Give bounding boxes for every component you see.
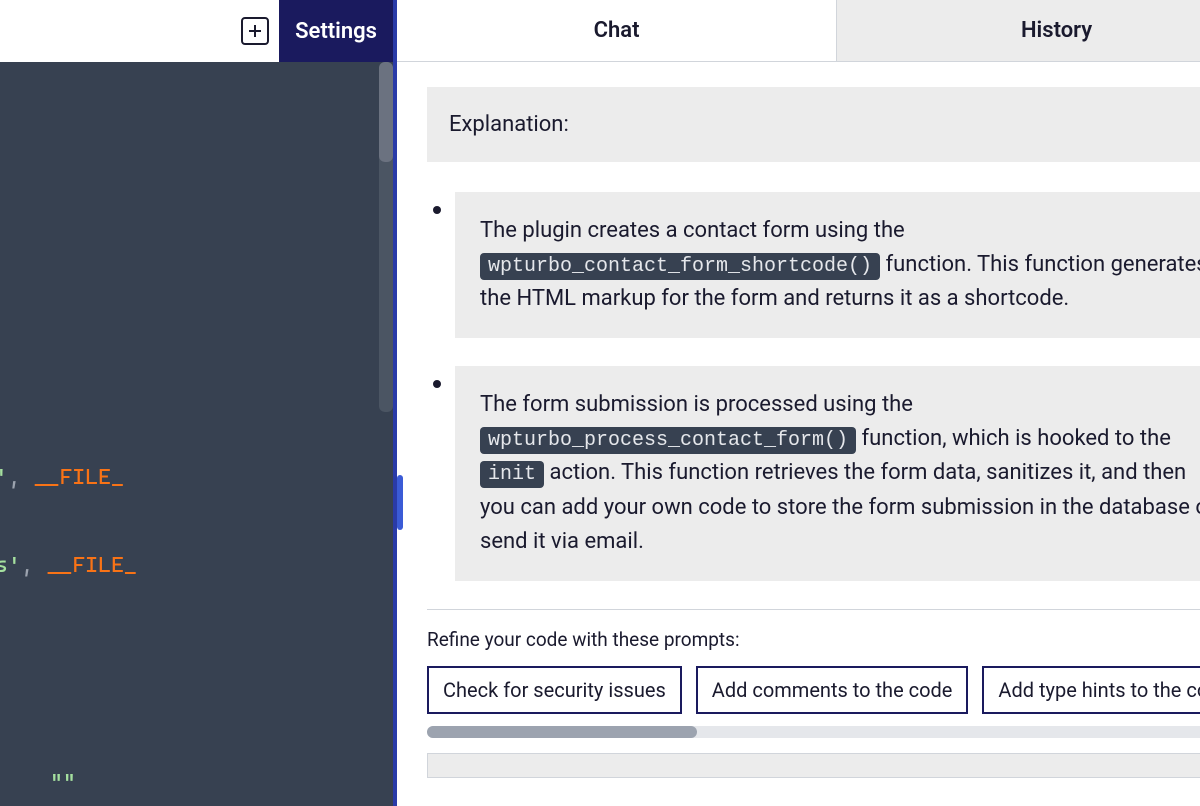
chat-content: Explanation: The plugin creates a contac… <box>397 62 1200 806</box>
explanation-text: The form submission is processed using t… <box>455 366 1200 580</box>
left-header: Settings <box>0 0 393 62</box>
horizontal-scrollbar-thumb[interactable] <box>427 726 697 738</box>
divider <box>427 609 1200 610</box>
prompt-typehints-button[interactable]: Add type hints to the code <box>982 666 1200 714</box>
prompt-comments-button[interactable]: Add comments to the code <box>696 666 969 714</box>
inline-code: wpturbo_contact_form_shortcode() <box>480 253 880 280</box>
chat-panel: Chat History Explanation: The plugin cre… <box>397 0 1200 806</box>
refine-prompts-label: Refine your code with these prompts: <box>427 628 1200 651</box>
plus-icon <box>248 24 262 38</box>
chat-input[interactable] <box>427 753 1200 778</box>
explanation-list: The plugin creates a contact form using … <box>427 192 1200 581</box>
code-line: "" <box>0 764 137 801</box>
add-button[interactable] <box>241 17 269 45</box>
editor-scrollbar-thumb[interactable] <box>379 62 393 162</box>
tab-history[interactable]: History <box>836 0 1200 61</box>
horizontal-scrollbar-track[interactable] <box>427 726 1200 738</box>
settings-tab[interactable]: Settings <box>279 0 393 62</box>
code-line: ipts' ); <box>0 606 137 643</box>
code-editor[interactable]: ress. url( 'css/style.css', __FILE_ s_ur… <box>0 62 393 806</box>
tab-chat[interactable]: Chat <box>397 0 836 61</box>
explanation-heading: Explanation: <box>427 87 1200 162</box>
panel-tabs: Chat History <box>397 0 1200 62</box>
code-line: url( 'css/style.css', __FILE_ <box>0 459 137 496</box>
app-container: Settings ress. url( 'css/style.css', __F… <box>0 0 1200 806</box>
bullet-icon <box>433 380 441 388</box>
explanation-item: The form submission is processed using t… <box>427 366 1200 580</box>
bullet-icon <box>433 206 441 214</box>
explanation-item: The plugin creates a contact form using … <box>427 192 1200 338</box>
code-line: s_url( 'js/script.js', __FILE_ <box>0 547 137 584</box>
prompt-buttons-row: Check for security issues Add comments t… <box>427 666 1200 714</box>
code-line: ress. <box>0 162 137 199</box>
code-editor-panel: Settings ress. url( 'css/style.css', __F… <box>0 0 397 806</box>
inline-code: wpturbo_process_contact_form() <box>480 427 856 454</box>
editor-scrollbar-track[interactable] <box>379 62 393 412</box>
inline-code: init <box>480 461 544 488</box>
panel-resize-handle[interactable] <box>397 475 403 530</box>
prompt-security-button[interactable]: Check for security issues <box>427 666 682 714</box>
explanation-text: The plugin creates a contact form using … <box>455 192 1200 338</box>
